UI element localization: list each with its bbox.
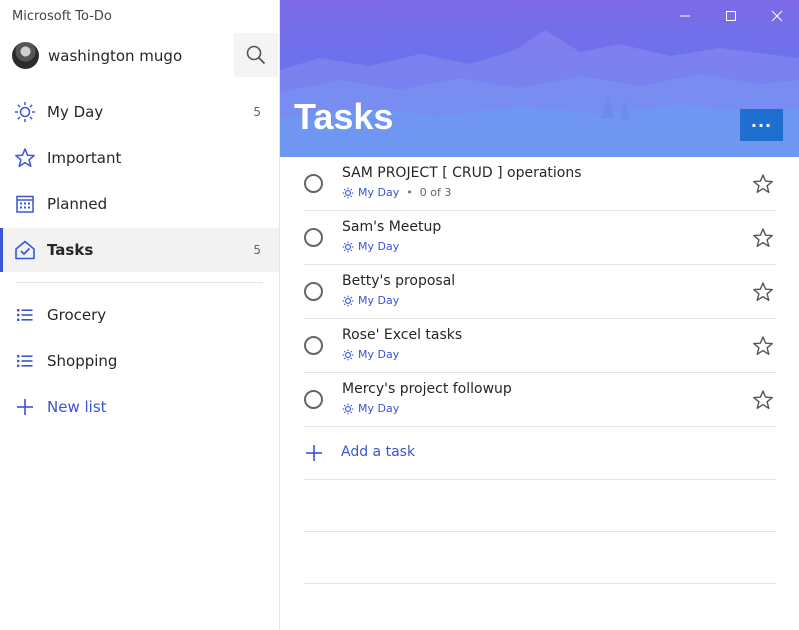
sidebar: Microsoft To-Do washington mugo My Day 5 <box>0 0 280 630</box>
sidebar-list-shopping[interactable]: Shopping <box>0 339 279 383</box>
task-meta: My Day <box>342 348 399 361</box>
my-day-tag: My Day <box>358 186 400 199</box>
sun-icon <box>342 295 354 307</box>
sidebar-item-my-day[interactable]: My Day 5 <box>0 90 279 134</box>
sidebar-item-label: Tasks <box>47 241 94 259</box>
empty-row-line <box>304 583 776 584</box>
task-meta: My Day <box>342 240 399 253</box>
star-icon[interactable] <box>752 227 774 249</box>
my-day-tag: My Day <box>358 240 400 253</box>
separator-dot: • <box>406 186 413 199</box>
close-button[interactable] <box>762 4 792 28</box>
my-day-tag: My Day <box>358 294 400 307</box>
task-meta: My Day <box>342 402 399 415</box>
sun-icon <box>342 241 354 253</box>
star-icon[interactable] <box>752 173 774 195</box>
list-icon <box>13 349 37 373</box>
sidebar-item-label: Important <box>47 149 122 167</box>
task-title[interactable]: SAM PROJECT [ CRUD ] operations <box>342 165 582 181</box>
avatar[interactable] <box>12 42 39 69</box>
sun-icon <box>342 349 354 361</box>
task-title[interactable]: Betty's proposal <box>342 273 455 289</box>
plus-icon <box>306 445 322 461</box>
new-list-button[interactable]: New list <box>0 385 279 429</box>
more-icon: ... <box>750 112 773 131</box>
close-icon <box>771 10 783 22</box>
star-icon[interactable] <box>752 281 774 303</box>
minimize-icon <box>680 15 690 17</box>
sidebar-list-label: Shopping <box>47 352 118 370</box>
task-title[interactable]: Sam's Meetup <box>342 219 441 235</box>
maximize-button[interactable] <box>716 4 746 28</box>
sidebar-item-label: My Day <box>47 103 104 121</box>
sidebar-divider <box>16 282 263 283</box>
sun-icon <box>342 187 354 199</box>
sun-icon <box>342 403 354 415</box>
search-button[interactable] <box>234 33 278 77</box>
task-row[interactable]: Sam's Meetup My Day <box>304 211 776 265</box>
my-day-tag: My Day <box>358 402 400 415</box>
task-title[interactable]: Mercy's project followup <box>342 381 512 397</box>
my-day-tag: My Day <box>358 348 400 361</box>
calendar-icon <box>13 192 37 216</box>
main-panel: Tasks ... SAM PROJECT [ CRUD ] operation… <box>280 0 799 630</box>
complete-checkbox[interactable] <box>304 282 323 301</box>
complete-checkbox[interactable] <box>304 228 323 247</box>
home-check-icon <box>13 238 37 262</box>
task-meta: My Day <box>342 294 399 307</box>
search-icon <box>246 45 266 65</box>
sidebar-item-label: Planned <box>47 195 108 213</box>
complete-checkbox[interactable] <box>304 174 323 193</box>
plus-icon <box>13 395 37 419</box>
sun-icon <box>13 100 37 124</box>
sidebar-item-tasks[interactable]: Tasks 5 <box>0 228 279 272</box>
complete-checkbox[interactable] <box>304 336 323 355</box>
star-icon[interactable] <box>752 335 774 357</box>
add-task-button[interactable]: Add a task <box>304 427 776 480</box>
task-row[interactable]: Betty's proposal My Day <box>304 265 776 319</box>
task-row[interactable]: Mercy's project followup My Day <box>304 373 776 427</box>
task-title[interactable]: Rose' Excel tasks <box>342 327 462 343</box>
add-task-label: Add a task <box>341 444 416 460</box>
more-options-button[interactable]: ... <box>740 109 783 141</box>
list-icon <box>13 303 37 327</box>
sidebar-item-count: 5 <box>253 105 261 119</box>
sidebar-item-count: 5 <box>253 243 261 257</box>
app-title: Microsoft To-Do <box>12 9 112 24</box>
sidebar-list-grocery[interactable]: Grocery <box>0 293 279 337</box>
sidebar-item-important[interactable]: Important <box>0 136 279 180</box>
task-row[interactable]: Rose' Excel tasks My Day <box>304 319 776 373</box>
complete-checkbox[interactable] <box>304 390 323 409</box>
empty-row-line <box>304 531 776 532</box>
task-meta: My Day • 0 of 3 <box>342 186 451 199</box>
steps-count: 0 of 3 <box>419 186 452 199</box>
page-title: Tasks <box>294 96 394 137</box>
star-icon <box>13 146 37 170</box>
list-header: Tasks ... <box>280 0 799 157</box>
profile[interactable]: washington mugo <box>0 33 279 77</box>
sidebar-list-label: Grocery <box>47 306 107 324</box>
task-row[interactable]: SAM PROJECT [ CRUD ] operations My Day •… <box>304 157 776 211</box>
maximize-icon <box>726 11 736 21</box>
profile-name[interactable]: washington mugo <box>48 47 182 65</box>
star-icon[interactable] <box>752 389 774 411</box>
minimize-button[interactable] <box>670 4 700 28</box>
sidebar-item-planned[interactable]: Planned <box>0 182 279 226</box>
new-list-label: New list <box>47 398 107 416</box>
